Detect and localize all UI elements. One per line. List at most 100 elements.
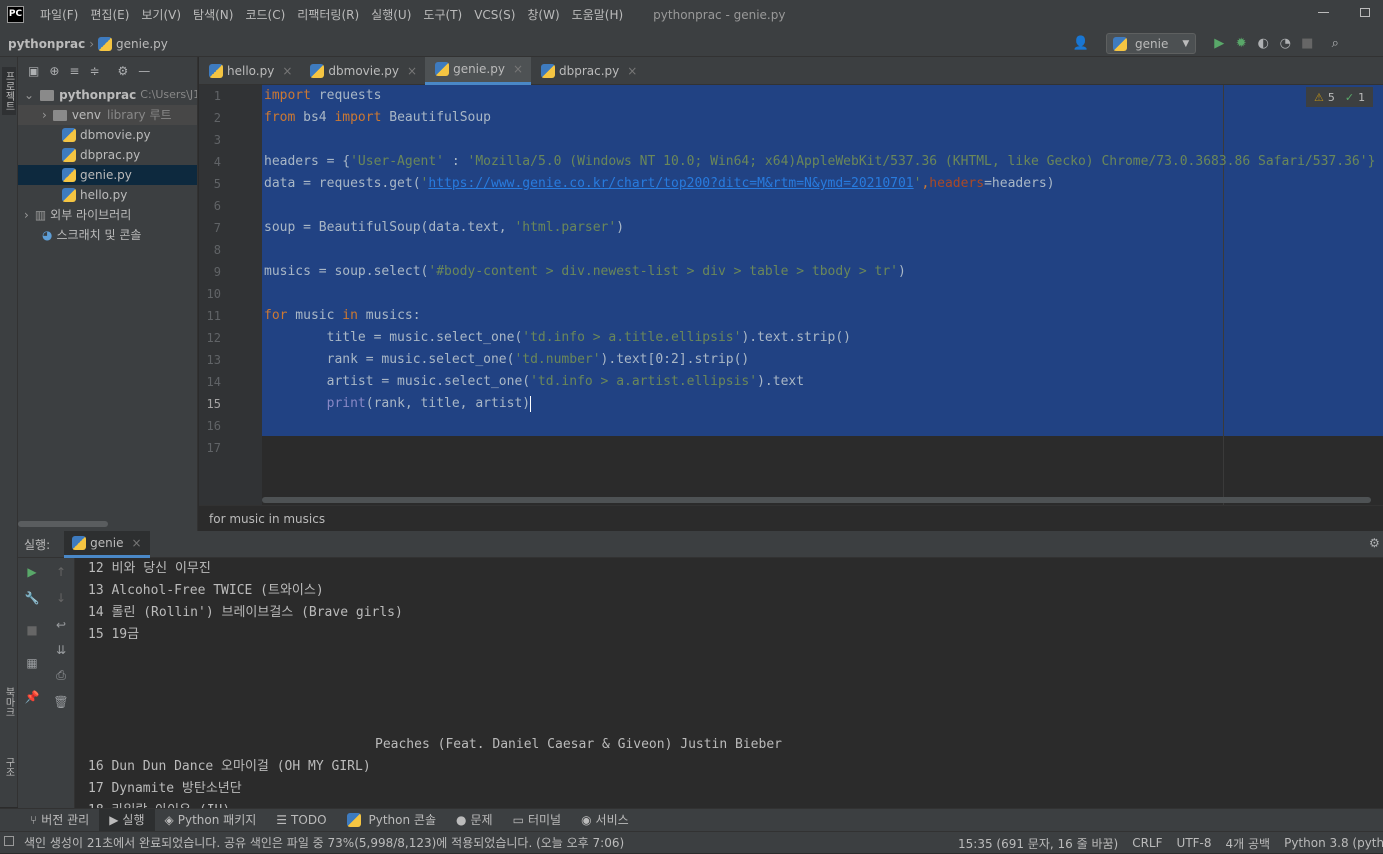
tree-root[interactable]: ⌄ pythonprac C:\Users\J1 bbox=[24, 85, 197, 105]
arrow-down-icon[interactable]: ↓ bbox=[52, 589, 70, 607]
line-number: 3 bbox=[213, 133, 221, 147]
stop-icon[interactable]: ■ bbox=[1296, 33, 1318, 55]
restore-icon[interactable] bbox=[1360, 8, 1370, 17]
breadcrumb-file[interactable]: genie.py bbox=[116, 37, 168, 51]
python-icon bbox=[72, 536, 87, 550]
tree-file[interactable]: dbprac.py bbox=[62, 145, 140, 165]
menu-vcs[interactable]: VCS(S) bbox=[468, 0, 521, 30]
caret-position[interactable]: 15:35 (691 문자, 16 줄 바꿈) bbox=[958, 835, 1118, 852]
wrench-icon[interactable]: 🔧 bbox=[23, 589, 41, 607]
tab-genie[interactable]: genie.py × bbox=[425, 56, 531, 85]
tool-todo[interactable]: ☰ TODO bbox=[266, 809, 336, 832]
close-icon[interactable]: × bbox=[282, 64, 292, 78]
tool-version-control[interactable]: ⑂ 버전 관리 bbox=[0, 809, 99, 832]
menu-edit[interactable]: 편집(E) bbox=[84, 0, 135, 30]
tab-label: dbprac.py bbox=[559, 63, 620, 78]
file-encoding[interactable]: UTF-8 bbox=[1177, 836, 1212, 850]
menu-view[interactable]: 보기(V) bbox=[135, 0, 187, 30]
tree-file-label: hello.py bbox=[80, 188, 128, 202]
coverage-icon[interactable]: ◐ bbox=[1252, 33, 1274, 55]
python-interpreter[interactable]: Python 3.8 (pythonprac) bbox=[1284, 836, 1383, 850]
close-icon[interactable]: × bbox=[407, 64, 417, 78]
tree-file-label: genie.py bbox=[80, 168, 132, 182]
soft-wrap-icon[interactable]: ↩ bbox=[52, 616, 70, 634]
run-toolbar: ▶ ↑ 🔧 ↓ ■ ↩ ⇊ ▦ ⎙ 📌 🗑 bbox=[18, 558, 75, 808]
branch-icon: ⑂ bbox=[30, 812, 38, 827]
minimize-icon[interactable] bbox=[1318, 12, 1329, 13]
run-tab-genie[interactable]: genie × bbox=[64, 531, 150, 558]
tab-hello[interactable]: hello.py × bbox=[199, 57, 300, 85]
tree-file-label: dbmovie.py bbox=[80, 128, 151, 142]
project-view-icon[interactable]: ▣ bbox=[28, 64, 39, 78]
run-icon[interactable]: ▶ bbox=[1208, 33, 1230, 55]
code-line: headers = {'User-Agent' : 'Mozilla/5.0 (… bbox=[264, 154, 1376, 169]
profile-icon[interactable]: ◔ bbox=[1274, 33, 1296, 55]
bookmarks-tool-tab[interactable]: 북마크 bbox=[2, 687, 16, 717]
console-line: 18 라일락 아이유 (IU) bbox=[88, 800, 230, 808]
rerun-icon[interactable]: ▶ bbox=[23, 563, 41, 581]
line-separator[interactable]: CRLF bbox=[1132, 836, 1162, 850]
code-editor[interactable]: ⚠ 5 ✓ 1 import requests from bs4 import Be… bbox=[262, 85, 1383, 505]
tool-label: 실행 bbox=[122, 812, 145, 827]
menu-help[interactable]: 도움말(H) bbox=[566, 0, 630, 30]
folder-icon bbox=[52, 109, 67, 121]
tree-venv[interactable]: › venv library 루트 bbox=[18, 105, 197, 125]
collapse-all-icon[interactable]: ≑ bbox=[89, 64, 99, 78]
indent-setting[interactable]: 4개 공백 bbox=[1226, 835, 1271, 852]
tool-run[interactable]: ▶ 실행 bbox=[99, 808, 155, 832]
run-config-selector[interactable]: genie ▼ bbox=[1106, 33, 1197, 54]
code-line: soup = BeautifulSoup(data.text, 'html.pa… bbox=[264, 220, 625, 235]
pin-icon[interactable]: 📌 bbox=[23, 688, 41, 706]
tree-scratches[interactable]: ◕ 스크래치 및 콘솔 bbox=[42, 225, 141, 245]
structure-tool-tab[interactable]: 구조 bbox=[2, 757, 16, 777]
inspection-widget[interactable]: ⚠ 5 ✓ 1 bbox=[1306, 87, 1374, 107]
stop-icon[interactable]: ■ bbox=[23, 621, 41, 639]
line-number: 2 bbox=[213, 111, 221, 125]
breadcrumb-project[interactable]: pythonprac bbox=[8, 37, 85, 51]
tree-external-libraries[interactable]: › ▥ 외부 라이브러리 bbox=[24, 205, 131, 225]
tool-services[interactable]: ◉ 서비스 bbox=[571, 809, 639, 832]
menu-tools[interactable]: 도구(T) bbox=[417, 0, 468, 30]
tool-terminal[interactable]: ▭ 터미널 bbox=[503, 809, 571, 832]
gear-icon[interactable]: ⚙ bbox=[1369, 536, 1380, 550]
menu-code[interactable]: 코드(C) bbox=[239, 0, 291, 30]
tab-dbmovie[interactable]: dbmovie.py × bbox=[300, 57, 425, 85]
project-tool-tab[interactable]: 프로젝트 bbox=[2, 67, 16, 115]
menu-navigate[interactable]: 탐색(N) bbox=[187, 0, 239, 30]
trash-icon[interactable]: 🗑 bbox=[52, 693, 70, 711]
search-icon[interactable]: ⌕ bbox=[1324, 33, 1346, 55]
tree-file[interactable]: hello.py bbox=[62, 185, 127, 205]
debug-icon[interactable]: ✹ bbox=[1230, 33, 1252, 55]
tab-dbprac[interactable]: dbprac.py × bbox=[531, 57, 645, 85]
line-number: 9 bbox=[213, 265, 221, 279]
arrow-up-icon[interactable]: ↑ bbox=[52, 563, 70, 581]
scroll-to-end-icon[interactable]: ⇊ bbox=[52, 641, 70, 659]
folder-icon bbox=[40, 89, 55, 101]
tree-file-selected[interactable]: genie.py bbox=[18, 165, 197, 185]
user-icon[interactable]: 👤 bbox=[1070, 33, 1092, 55]
print-icon[interactable]: ⎙ bbox=[52, 666, 70, 684]
horizontal-scrollbar[interactable] bbox=[262, 497, 1371, 503]
run-console[interactable]: 12 비와 당신 이무진 13 Alcohol-Free TWICE (트와이스)… bbox=[75, 558, 1383, 808]
layout-icon[interactable]: ▦ bbox=[23, 654, 41, 672]
close-icon[interactable]: × bbox=[627, 64, 637, 78]
code-breadcrumb[interactable]: for music in musics bbox=[199, 505, 1383, 531]
locate-icon[interactable]: ⊕ bbox=[49, 64, 59, 78]
menu-refactor[interactable]: 리팩터링(R) bbox=[291, 0, 365, 30]
close-icon[interactable]: × bbox=[131, 536, 141, 550]
tool-problems[interactable]: ● 문제 bbox=[446, 809, 503, 832]
toolbar-right: 👤 genie ▼ ▶ ✹ ◐ ◔ ■ ⌕ bbox=[1070, 32, 1346, 55]
tree-file[interactable]: dbmovie.py bbox=[62, 125, 151, 145]
tool-windows-toggle-icon[interactable] bbox=[4, 836, 14, 846]
expand-all-icon[interactable]: ≡ bbox=[69, 64, 79, 78]
menu-window[interactable]: 창(W) bbox=[521, 0, 565, 30]
tool-python-console[interactable]: Python 콘솔 bbox=[337, 809, 447, 832]
status-message[interactable]: 색인 생성이 21초에서 완료되었습니다. 공유 색인은 파일 중 73%(5,… bbox=[24, 832, 624, 854]
close-icon[interactable]: × bbox=[513, 62, 523, 76]
menu-file[interactable]: 파일(F) bbox=[34, 0, 84, 30]
hide-icon[interactable]: — bbox=[138, 64, 150, 78]
gear-icon[interactable]: ⚙ bbox=[118, 64, 129, 78]
menu-run[interactable]: 실행(U) bbox=[365, 0, 417, 30]
tool-python-packages[interactable]: ◈ Python 패키지 bbox=[155, 809, 267, 832]
horizontal-scrollbar[interactable] bbox=[18, 521, 108, 527]
